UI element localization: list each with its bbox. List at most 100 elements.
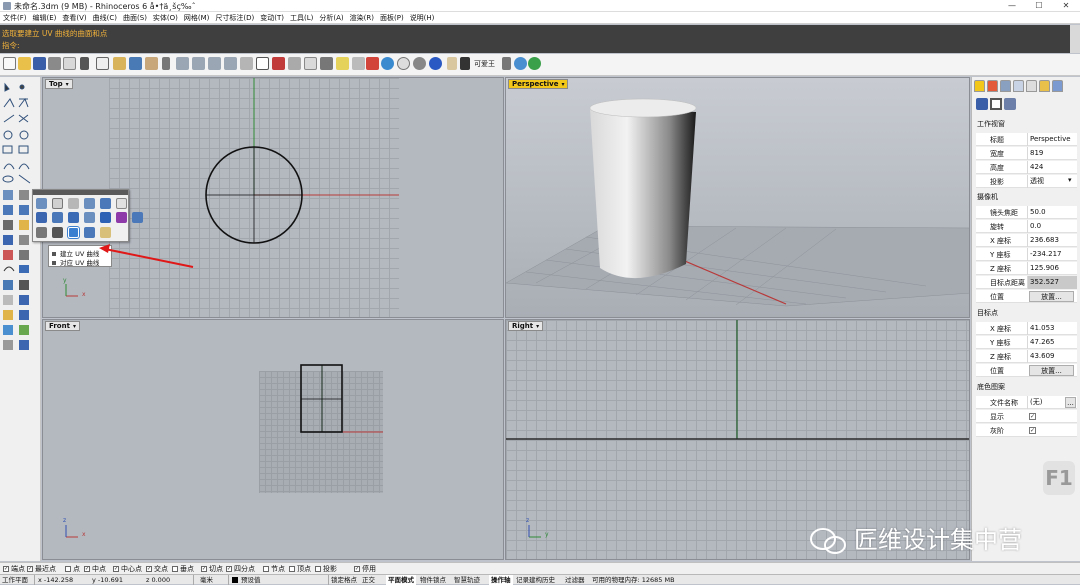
surface-from-edges-icon[interactable] xyxy=(52,198,63,209)
wireframe-sphere-icon[interactable] xyxy=(397,57,410,70)
viewport-right-menu-icon[interactable]: ▾ xyxy=(536,323,539,331)
panel-tab-layers[interactable] xyxy=(1000,80,1011,92)
osnap-checkbox[interactable]: ✓ xyxy=(84,566,90,572)
cplane-icon[interactable] xyxy=(272,57,285,70)
select-window-icon[interactable] xyxy=(240,57,253,70)
viewport-tab-right[interactable]: Right ▾ xyxy=(508,321,544,331)
viewport-front-menu-icon[interactable]: ▾ xyxy=(73,323,76,331)
close-button[interactable]: ✕ xyxy=(1054,0,1078,12)
new-file-icon[interactable] xyxy=(3,57,16,70)
render-sphere-icon[interactable] xyxy=(381,57,394,70)
osnap-checkbox[interactable]: ✓ xyxy=(146,566,152,572)
zoom-window-icon[interactable] xyxy=(192,57,205,70)
plugin-icon[interactable] xyxy=(528,57,541,70)
revolve-icon[interactable] xyxy=(68,212,79,223)
layer-color-swatch[interactable] xyxy=(232,577,238,583)
osnap-9[interactable]: 节点 xyxy=(263,564,285,574)
projection-dropdown-icon[interactable]: ▾ xyxy=(1068,176,1072,184)
grayscale-checkbox[interactable]: ✓ xyxy=(1029,427,1036,434)
drape-icon[interactable] xyxy=(132,212,143,223)
import-icon[interactable] xyxy=(63,57,76,70)
layer-icon[interactable] xyxy=(352,57,365,70)
osnap-4[interactable]: ✓ 中心点 xyxy=(113,564,142,574)
panel-tab-library[interactable] xyxy=(1039,80,1050,92)
print-icon[interactable] xyxy=(48,57,61,70)
osnap-checkbox[interactable] xyxy=(172,566,178,572)
osnap-1[interactable]: ✓ 最近点 xyxy=(27,564,56,574)
sweep2-icon[interactable] xyxy=(52,212,63,223)
menu-dimension[interactable]: 尺寸标注(D) xyxy=(212,12,257,24)
four-viewports-icon[interactable] xyxy=(256,57,269,70)
osnap-checkbox[interactable]: ✓ xyxy=(354,566,360,572)
paste-icon[interactable] xyxy=(113,57,126,70)
panel-tab-properties[interactable] xyxy=(974,80,985,92)
lightbulb-icon[interactable] xyxy=(447,57,457,70)
camera-place-button[interactable]: 放置... xyxy=(1029,291,1074,302)
globe-icon[interactable] xyxy=(514,57,527,70)
planar-surface-icon[interactable] xyxy=(68,198,79,209)
osnap-checkbox[interactable]: ✓ xyxy=(27,566,33,572)
osnap-checkbox[interactable] xyxy=(315,566,321,572)
pan-hand-icon[interactable] xyxy=(145,57,158,70)
view-settings-icon[interactable] xyxy=(1004,98,1016,110)
save-icon[interactable] xyxy=(33,57,46,70)
menu-transform[interactable]: 变动(T) xyxy=(257,12,287,24)
osnap-6[interactable]: 垂点 xyxy=(172,564,194,574)
command-scrollbar[interactable] xyxy=(1070,25,1080,53)
maximize-button[interactable]: ☐ xyxy=(1027,0,1051,12)
menu-solid[interactable]: 实体(O) xyxy=(150,12,181,24)
menu-view[interactable]: 查看(V) xyxy=(59,12,89,24)
camera-icon[interactable] xyxy=(976,98,988,110)
panel-tab-help[interactable] xyxy=(1052,80,1063,92)
show-checkbox[interactable]: ✓ xyxy=(1029,413,1036,420)
create-uv-curves-icon[interactable] xyxy=(68,227,79,238)
osnap-12[interactable]: ✓ 停用 xyxy=(354,564,376,574)
patch-icon[interactable] xyxy=(100,212,111,223)
sweep1-icon[interactable] xyxy=(36,212,47,223)
menu-curve[interactable]: 曲线(C) xyxy=(90,12,120,24)
menu-panels[interactable]: 面板(P) xyxy=(377,12,407,24)
viewport-tab-top[interactable]: Top ▾ xyxy=(45,79,73,89)
show-objects-icon[interactable] xyxy=(320,57,333,70)
menu-surface[interactable]: 曲面(S) xyxy=(120,12,150,24)
menu-tools[interactable]: 工具(L) xyxy=(287,12,316,24)
menu-edit[interactable]: 编辑(E) xyxy=(30,12,60,24)
osnap-2[interactable]: 点 xyxy=(65,564,80,574)
viewport-tab-front[interactable]: Front ▾ xyxy=(45,321,80,331)
panel-tab-environment[interactable] xyxy=(1026,80,1037,92)
dropdown-icon[interactable] xyxy=(502,57,511,70)
custom-tool-icon[interactable] xyxy=(460,57,470,70)
menu-render[interactable]: 渲染(R) xyxy=(347,12,377,24)
osnap-checkbox[interactable]: ✓ xyxy=(113,566,119,572)
viewport-top-menu-icon[interactable]: ▾ xyxy=(66,81,69,89)
zoom-icon[interactable] xyxy=(176,57,189,70)
osnap-checkbox[interactable] xyxy=(263,566,269,572)
surface-from-points-icon[interactable] xyxy=(36,198,47,209)
osnap-11[interactable]: 投影 xyxy=(315,564,337,574)
osnap-8[interactable]: ✓ 四分点 xyxy=(226,564,255,574)
tooltip-apply-uv-curves[interactable]: 对应 UV 曲线 xyxy=(52,257,99,267)
osnap-checkbox[interactable]: ✓ xyxy=(226,566,232,572)
panel-tab-render[interactable] xyxy=(1013,80,1024,92)
osnap-checkbox[interactable] xyxy=(65,566,71,572)
menu-help[interactable]: 说明(H) xyxy=(407,12,438,24)
osnap-10[interactable]: 顶点 xyxy=(289,564,311,574)
zoom-selected-icon[interactable] xyxy=(224,57,237,70)
copy-icon[interactable] xyxy=(96,57,109,70)
osnap-checkbox[interactable]: ✓ xyxy=(3,566,9,572)
cut-icon[interactable] xyxy=(80,57,89,70)
minimize-button[interactable]: — xyxy=(1000,0,1024,12)
panel-tab-materials[interactable] xyxy=(987,80,998,92)
zoom-extents-icon[interactable] xyxy=(208,57,221,70)
named-view-icon[interactable] xyxy=(304,57,317,70)
menu-mesh[interactable]: 网格(M) xyxy=(181,12,213,24)
rotate-view-icon[interactable] xyxy=(162,57,170,70)
browse-file-button[interactable]: ... xyxy=(1065,397,1076,408)
viewport-perspective[interactable]: Perspective ▾ xyxy=(505,77,970,318)
viewport-props-icon[interactable] xyxy=(990,98,1002,110)
osnap-5[interactable]: ✓ 交点 xyxy=(146,564,168,574)
open-file-icon[interactable] xyxy=(18,57,31,70)
osnap-3[interactable]: ✓ 中点 xyxy=(84,564,106,574)
viewport-tab-perspective[interactable]: Perspective ▾ xyxy=(508,79,569,89)
viewport-front[interactable]: x z Front ▾ xyxy=(42,319,504,560)
